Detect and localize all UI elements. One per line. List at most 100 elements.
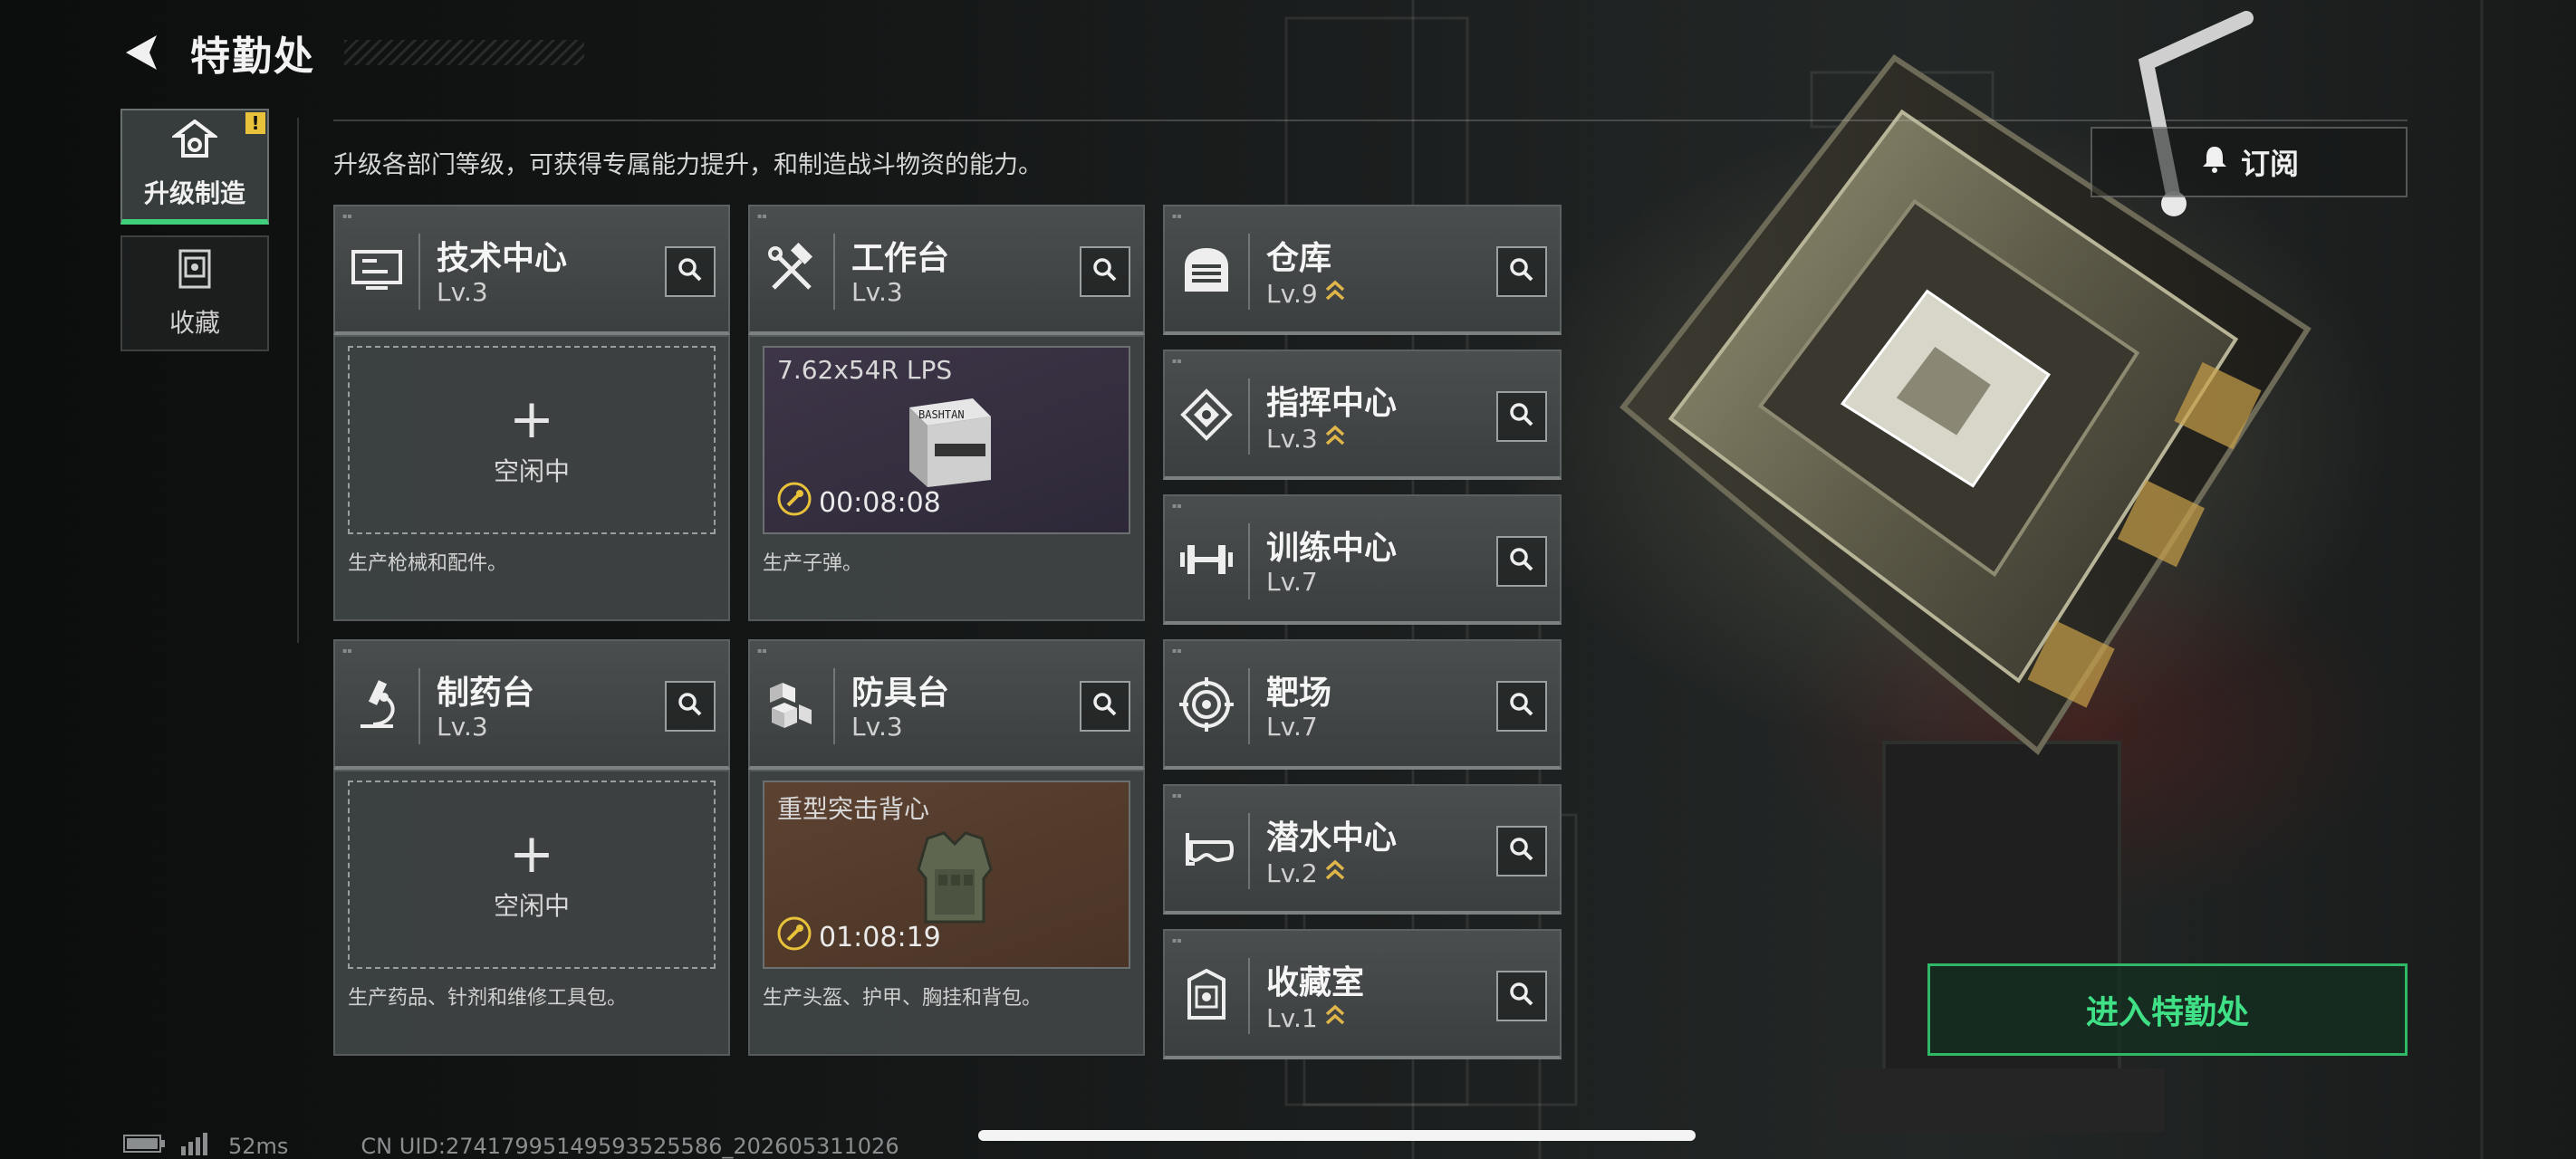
dept-name: 技术中心 [437, 240, 568, 277]
dept-slot-panel: 重型突击背心 01:08:19 生产头盔、护甲、胸挂和背包。 [748, 770, 1145, 1056]
dept-card-workbench[interactable]: ▪▪ 工作台 Lv.3 [748, 205, 1145, 335]
production-slot-empty[interactable]: + 空闲中 [348, 781, 716, 969]
card-corner-mark: ▪▪ [757, 212, 767, 220]
dept-slot-panel: + 空闲中 生产药品、针剂和维修工具包。 [333, 770, 730, 1056]
dept-level: Lv.3 [851, 277, 903, 307]
dept-card-diving-center[interactable]: ▪▪ 潜水中心 Lv.2 [1163, 784, 1562, 915]
dept-level: Lv.3 [1266, 422, 1345, 455]
subscribe-button[interactable]: 订阅 [2091, 127, 2408, 197]
dept-name: 指挥中心 [1266, 385, 1398, 422]
search-icon [1509, 692, 1534, 721]
dept-slot-panel: + 空闲中 生产枪械和配件。 [333, 335, 730, 621]
dept-level: Lv.7 [1266, 567, 1318, 597]
production-slot-active[interactable]: 重型突击背心 01:08:19 [763, 781, 1130, 969]
dept-card-tech-center[interactable]: ▪▪ 技术中心 Lv.3 [333, 205, 730, 335]
command-chip-icon [1177, 386, 1235, 444]
target-icon [1177, 675, 1235, 733]
card-corner-mark: ▪▪ [342, 647, 352, 655]
dumbbell-icon [1177, 531, 1235, 589]
divider-line [297, 118, 299, 643]
diving-mask-icon [1177, 820, 1235, 878]
card-divider [1248, 523, 1250, 599]
dept-card-collection-room[interactable]: ▪▪ 收藏室 Lv.1 [1163, 929, 1562, 1059]
item-name: 重型突击背心 [777, 794, 930, 824]
back-arrow-icon[interactable] [118, 29, 165, 76]
dept-card-warehouse[interactable]: ▪▪ 仓库 Lv.9 [1163, 205, 1562, 335]
search-button[interactable] [1080, 246, 1130, 297]
card-corner-mark: ▪▪ [1172, 502, 1182, 510]
slot-status: 空闲中 [493, 456, 570, 486]
card-corner-mark: ▪▪ [1172, 791, 1182, 800]
ammo-box-image: BASHTAN [900, 389, 1000, 493]
dept-description: 生产药品、针剂和维修工具包。 [348, 987, 628, 1010]
plus-icon: + [508, 822, 555, 886]
card-divider [833, 668, 835, 744]
card-corner-mark: ▪▪ [1172, 647, 1182, 655]
alert-badge: ! [245, 112, 265, 134]
search-icon [1509, 257, 1534, 286]
card-corner-mark: ▪▪ [342, 212, 352, 220]
search-icon [1509, 547, 1534, 576]
search-button[interactable] [1496, 681, 1547, 732]
upgrade-chevron-icon [1325, 1001, 1345, 1035]
dept-name: 潜水中心 [1266, 819, 1398, 857]
dept-description: 生产枪械和配件。 [348, 552, 508, 575]
dept-name: 工作台 [851, 240, 950, 277]
dept-card-shooting-range[interactable]: ▪▪ 靶场 Lv.7 [1163, 639, 1562, 770]
bell-icon [2199, 143, 2230, 181]
plus-icon: + [508, 388, 555, 451]
dept-description: 生产头盔、护甲、胸挂和背包。 [763, 987, 1043, 1010]
dept-name: 防具台 [851, 675, 950, 712]
search-button[interactable] [1496, 536, 1547, 587]
search-button[interactable] [1496, 391, 1547, 442]
card-divider [833, 234, 835, 310]
dept-card-command-center[interactable]: ▪▪ 指挥中心 Lv.3 [1163, 350, 1562, 480]
dept-name: 仓库 [1266, 240, 1332, 277]
search-icon [678, 692, 703, 721]
search-button[interactable] [1496, 971, 1547, 1021]
ping-value: 52ms [228, 1134, 289, 1159]
dept-level: Lv.3 [437, 712, 488, 742]
search-button[interactable] [1496, 826, 1547, 876]
side-item-collection[interactable]: 收藏 [120, 235, 269, 351]
side-item-label: 升级制造 [143, 178, 245, 208]
card-divider [1248, 668, 1250, 744]
upgrade-chevron-icon [1325, 422, 1345, 455]
search-button[interactable] [665, 681, 716, 732]
card-divider [418, 668, 420, 744]
production-timer: 00:08:08 [777, 482, 941, 523]
home-indicator[interactable] [978, 1130, 1696, 1141]
item-name: 7.62x54R LPS [777, 355, 953, 385]
page-title: 特勤处 [190, 34, 315, 80]
page-header: 特勤处 [118, 24, 315, 81]
card-divider [1248, 234, 1250, 310]
dept-name: 靶场 [1266, 675, 1332, 712]
slot-status: 空闲中 [493, 891, 570, 921]
collection-room-icon [1177, 965, 1235, 1023]
card-corner-mark: ▪▪ [1172, 936, 1182, 944]
tech-center-icon [348, 241, 406, 299]
dept-name: 制药台 [437, 675, 535, 712]
side-item-upgrade[interactable]: ! 升级制造 [120, 109, 269, 225]
search-button[interactable] [665, 246, 716, 297]
production-slot-active[interactable]: 7.62x54R LPS BASHTAN 00:08:08 [763, 346, 1130, 534]
intro-text: 升级各部门等级，可获得专属能力提升，和制造战斗物资的能力。 [333, 151, 1043, 179]
search-button[interactable] [1080, 681, 1130, 732]
wrench-icon [777, 482, 812, 523]
dept-level: Lv.1 [1266, 1001, 1345, 1035]
warehouse-icon [1177, 241, 1235, 299]
collection-icon [177, 247, 213, 294]
enter-special-ops-button[interactable]: 进入特勤处 [1927, 963, 2408, 1056]
search-icon [1509, 837, 1534, 866]
dept-level: Lv.7 [1266, 712, 1318, 742]
signal-icon [179, 1132, 212, 1159]
search-button[interactable] [1496, 246, 1547, 297]
search-icon [1092, 257, 1118, 286]
search-icon [1509, 402, 1534, 431]
dept-card-training-center[interactable]: ▪▪ 训练中心 Lv.7 [1163, 494, 1562, 625]
production-slot-empty[interactable]: + 空闲中 [348, 346, 716, 534]
dept-description: 生产子弹。 [763, 552, 863, 575]
dept-card-armor[interactable]: ▪▪ 防具台 Lv.3 [748, 639, 1145, 770]
dept-card-pharmacy[interactable]: ▪▪ 制药台 Lv.3 [333, 639, 730, 770]
side-nav: ! 升级制造 收藏 [120, 109, 269, 362]
